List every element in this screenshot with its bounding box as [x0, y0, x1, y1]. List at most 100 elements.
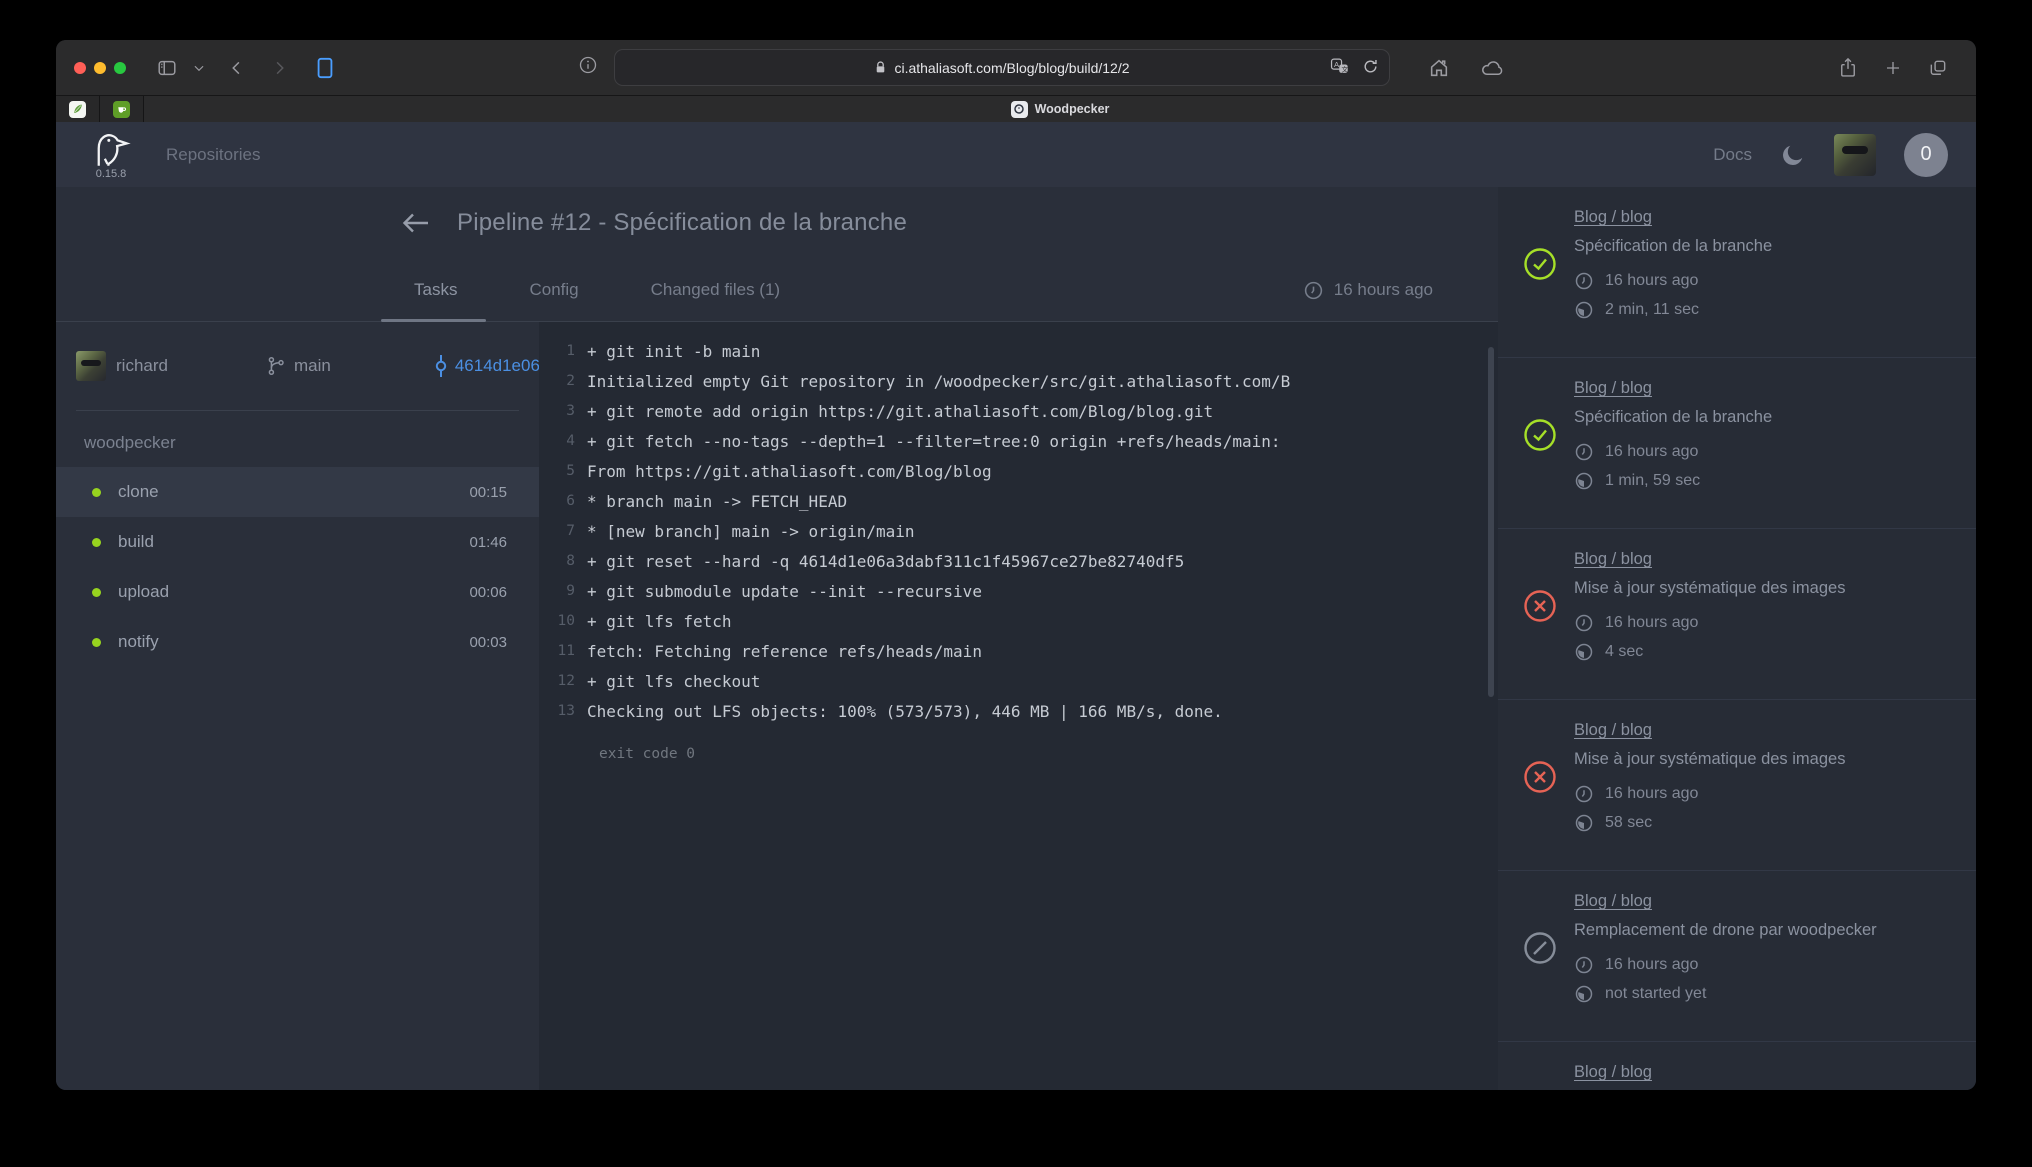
woodpecker-logo[interactable]: 0.15.8 [90, 130, 132, 180]
notification-badge[interactable]: 0 [1904, 133, 1948, 177]
app-body: Pipeline #12 - Spécification de la branc… [56, 187, 1976, 1090]
scrollbar-thumb[interactable] [1488, 347, 1494, 697]
commit-message: Spécification de la branche [1574, 407, 1772, 427]
log-line: 2Initialized empty Git repository in /wo… [539, 366, 1498, 396]
line-number: 7 [539, 523, 587, 539]
user-avatar[interactable] [1834, 134, 1876, 176]
duration-icon [1574, 300, 1594, 320]
branch-group: main [266, 355, 331, 377]
step-name: notify [118, 632, 159, 652]
step-build[interactable]: build 01:46 [56, 517, 539, 567]
feather-favicon-icon [69, 101, 86, 118]
app-header: 0.15.8 Repositories Docs 0 [56, 122, 1976, 187]
line-text: Initialized empty Git repository in /woo… [587, 372, 1290, 391]
line-text: fetch: Fetching reference refs/heads/mai… [587, 642, 982, 661]
dark-mode-toggle-icon[interactable] [1780, 142, 1806, 168]
chevron-down-icon[interactable] [192, 61, 206, 75]
lock-icon [874, 60, 887, 75]
url-text: ci.athaliasoft.com/Blog/blog/build/12/2 [894, 60, 1129, 76]
clock-icon [1303, 280, 1324, 301]
status-dot-icon [92, 538, 101, 547]
pipeline-titlebar: Pipeline #12 - Spécification de la branc… [56, 187, 1498, 259]
repo-link[interactable]: Blog / blog [1574, 720, 1652, 740]
translate-icon[interactable]: A文 [1330, 57, 1350, 78]
maximize-button[interactable] [114, 62, 126, 74]
pipeline-age: 16 hours ago [1303, 280, 1433, 301]
forward-icon[interactable] [270, 59, 288, 77]
svg-text:文: 文 [1342, 64, 1349, 73]
failure-x-icon [1522, 720, 1558, 870]
pinned-tab-feather[interactable] [56, 96, 100, 122]
build-time: 16 hours ago [1605, 782, 1698, 806]
back-arrow-icon[interactable] [401, 210, 431, 236]
repo-link[interactable]: Blog / blog [1574, 207, 1652, 227]
toolbar-left-icons [156, 56, 336, 80]
commit-message: Remplacement de drone par woodpecker [1574, 920, 1877, 940]
tab-tasks[interactable]: Tasks [414, 280, 457, 300]
woodpecker-favicon-icon [1011, 101, 1028, 118]
tab-overview-icon[interactable] [1928, 57, 1948, 79]
repo-link[interactable]: Blog / blog [1574, 891, 1652, 911]
info-icon[interactable] [578, 55, 598, 80]
build-list-item[interactable]: Blog / blog Remplacement de drone par wo… [1498, 1042, 1976, 1090]
line-text: * branch main -> FETCH_HEAD [587, 492, 847, 511]
pinned-tab-gitea[interactable] [100, 96, 144, 122]
log-line: 6* branch main -> FETCH_HEAD [539, 486, 1498, 516]
repo-link[interactable]: Blog / blog [1574, 1062, 1652, 1082]
commit-group: 4614d1e06a [433, 354, 550, 378]
build-list-item[interactable]: Blog / blog Spécification de la branche … [1498, 358, 1976, 529]
reload-icon[interactable] [1362, 58, 1379, 78]
address-bar[interactable]: ci.athaliasoft.com/Blog/blog/build/12/2 … [614, 49, 1390, 86]
line-number: 8 [539, 553, 587, 569]
line-number: 11 [539, 643, 587, 659]
home-icon[interactable] [1428, 57, 1450, 79]
new-tab-icon[interactable] [1884, 57, 1902, 79]
sidebar-toggle-icon[interactable] [156, 57, 178, 79]
line-number: 12 [539, 673, 587, 689]
tab-title: Woodpecker [1035, 102, 1110, 116]
build-list-item[interactable]: Blog / blog Spécification de la branche … [1498, 187, 1976, 358]
line-text: Checking out LFS objects: 100% (573/573)… [587, 702, 1223, 721]
commit-meta-row: richard main 4614 [56, 322, 539, 410]
build-duration: 2 min, 11 sec [1605, 298, 1699, 322]
log-line: 12+ git lfs checkout [539, 666, 1498, 696]
toolbar-middle-icons [1428, 57, 1505, 79]
line-number: 5 [539, 463, 587, 479]
line-number: 6 [539, 493, 587, 509]
build-list-item[interactable]: Blog / blog Remplacement de drone par wo… [1498, 871, 1976, 1042]
cloud-icon[interactable] [1480, 57, 1505, 79]
tab-changed-files[interactable]: Changed files (1) [651, 280, 780, 300]
step-clone[interactable]: clone 00:15 [56, 467, 539, 517]
nav-repositories[interactable]: Repositories [166, 145, 261, 165]
header-right: Docs 0 [1713, 133, 1948, 177]
step-notify[interactable]: notify 00:03 [56, 617, 539, 667]
repo-link[interactable]: Blog / blog [1574, 549, 1652, 569]
tab-config[interactable]: Config [529, 280, 578, 300]
share-icon[interactable] [1838, 57, 1858, 79]
tab-woodpecker[interactable]: Woodpecker [144, 96, 1976, 122]
log-line: 5From https://git.athaliasoft.com/Blog/b… [539, 456, 1498, 486]
close-button[interactable] [74, 62, 86, 74]
build-list-item[interactable]: Blog / blog Mise à jour systématique des… [1498, 529, 1976, 700]
reader-document-icon[interactable] [314, 56, 336, 80]
log-line: 9+ git submodule update --init --recursi… [539, 576, 1498, 606]
success-check-icon [1522, 207, 1558, 357]
commit-hash[interactable]: 4614d1e06a [455, 356, 550, 376]
minimize-button[interactable] [94, 62, 106, 74]
clock-icon [1574, 613, 1594, 633]
log-line: 4+ git fetch --no-tags --depth=1 --filte… [539, 426, 1498, 456]
builds-sidebar: Blog / blog Spécification de la branche … [1498, 187, 1976, 1090]
line-text: + git lfs checkout [587, 672, 760, 691]
build-list-item[interactable]: Blog / blog Mise à jour systématique des… [1498, 700, 1976, 871]
back-icon[interactable] [228, 59, 246, 77]
docs-link[interactable]: Docs [1713, 145, 1752, 165]
step-upload[interactable]: upload 00:06 [56, 567, 539, 617]
branch-name[interactable]: main [294, 356, 331, 376]
woodpecker-bird-icon [90, 130, 132, 170]
build-time: 16 hours ago [1605, 440, 1698, 464]
repo-link[interactable]: Blog / blog [1574, 378, 1652, 398]
step-name: clone [118, 482, 159, 502]
log-panel[interactable]: 1+ git init -b main 2Initialized empty G… [539, 322, 1498, 1090]
pipeline-main: Pipeline #12 - Spécification de la branc… [56, 187, 1498, 1090]
line-text: From https://git.athaliasoft.com/Blog/bl… [587, 462, 992, 481]
